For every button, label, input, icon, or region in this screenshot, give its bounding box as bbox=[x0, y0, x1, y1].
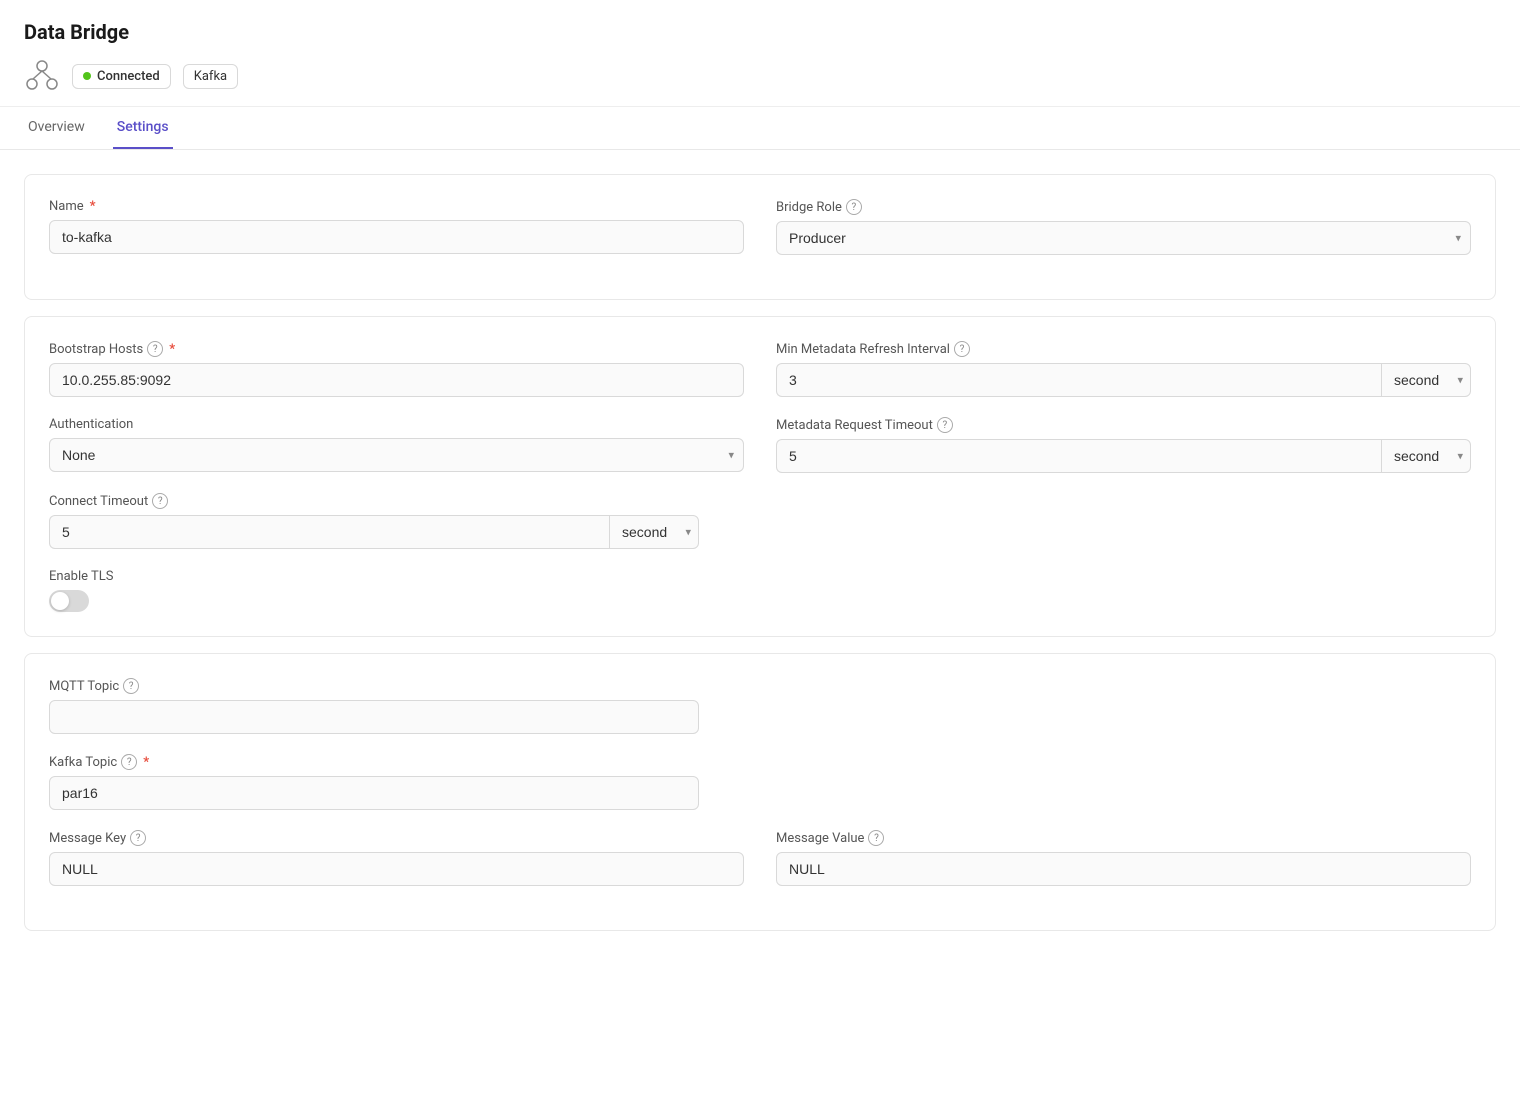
metadata-timeout-label: Metadata Request Timeout ? bbox=[776, 417, 1471, 433]
min-metadata-help-icon[interactable]: ? bbox=[954, 341, 970, 357]
connected-badge: Connected bbox=[72, 64, 171, 89]
connect-timeout-unit-select[interactable]: second bbox=[609, 515, 699, 549]
mqtt-topic-label: MQTT Topic ? bbox=[49, 678, 699, 694]
authentication-group: Authentication None SASL SSL ▾ bbox=[49, 417, 744, 473]
metadata-timeout-input[interactable] bbox=[776, 439, 1381, 473]
kafka-topic-row: Kafka Topic ? * bbox=[49, 754, 699, 810]
auth-metadata-timeout-row: Authentication None SASL SSL ▾ Metadata … bbox=[49, 417, 1471, 473]
metadata-timeout-group: Metadata Request Timeout ? second ▾ bbox=[776, 417, 1471, 473]
mqtt-topic-group: MQTT Topic ? bbox=[49, 678, 699, 734]
mqtt-topic-help-icon[interactable]: ? bbox=[123, 678, 139, 694]
connect-timeout-unit-wrapper: second ▾ bbox=[609, 515, 699, 549]
authentication-select-wrapper: None SASL SSL ▾ bbox=[49, 438, 744, 472]
bridge-meta: Connected Kafka bbox=[24, 58, 1496, 94]
message-value-group: Message Value ? bbox=[776, 830, 1471, 886]
metadata-timeout-input-unit: second ▾ bbox=[776, 439, 1471, 473]
tab-settings[interactable]: Settings bbox=[113, 107, 173, 149]
status-text: Connected bbox=[97, 69, 160, 84]
bridge-role-select-wrapper: Producer ▾ bbox=[776, 221, 1471, 255]
message-key-input[interactable] bbox=[49, 852, 744, 886]
tabs: Overview Settings bbox=[0, 107, 1520, 150]
min-metadata-unit-wrapper: second ▾ bbox=[1381, 363, 1471, 397]
connect-timeout-help-icon[interactable]: ? bbox=[152, 493, 168, 509]
section-topics: MQTT Topic ? Kafka Topic ? * bbox=[24, 653, 1496, 931]
metadata-timeout-help-icon[interactable]: ? bbox=[937, 417, 953, 433]
name-label: Name * bbox=[49, 199, 744, 214]
message-key-value-row: Message Key ? Message Value ? bbox=[49, 830, 1471, 886]
metadata-timeout-unit-wrapper: second ▾ bbox=[1381, 439, 1471, 473]
min-metadata-input-unit: second ▾ bbox=[776, 363, 1471, 397]
mqtt-topic-input[interactable] bbox=[49, 700, 699, 734]
bootstrap-hosts-help-icon[interactable]: ? bbox=[147, 341, 163, 357]
page-header: Data Bridge Connected Kafka bbox=[0, 0, 1520, 107]
section-connection: Bootstrap Hosts ? * Min Metadata Refresh… bbox=[24, 316, 1496, 637]
authentication-label: Authentication bbox=[49, 417, 744, 432]
message-key-label: Message Key ? bbox=[49, 830, 744, 846]
message-key-group: Message Key ? bbox=[49, 830, 744, 886]
min-metadata-unit-select[interactable]: second bbox=[1381, 363, 1471, 397]
message-value-help-icon[interactable]: ? bbox=[868, 830, 884, 846]
bootstrap-metadata-row: Bootstrap Hosts ? * Min Metadata Refresh… bbox=[49, 341, 1471, 397]
bridge-role-help-icon[interactable]: ? bbox=[846, 199, 862, 215]
connect-timeout-row: Connect Timeout ? second ▾ bbox=[49, 493, 699, 549]
connect-timeout-input[interactable] bbox=[49, 515, 609, 549]
connect-timeout-input-unit: second ▾ bbox=[49, 515, 699, 549]
enable-tls-group: Enable TLS bbox=[49, 569, 1471, 612]
name-role-row: Name * Bridge Role ? Producer ▾ bbox=[49, 199, 1471, 255]
enable-tls-toggle-wrapper bbox=[49, 590, 1471, 612]
message-value-label: Message Value ? bbox=[776, 830, 1471, 846]
section-name-role: Name * Bridge Role ? Producer ▾ bbox=[24, 174, 1496, 300]
kafka-topic-label: Kafka Topic ? * bbox=[49, 754, 699, 770]
enable-tls-label: Enable TLS bbox=[49, 569, 1471, 584]
metadata-timeout-unit-select[interactable]: second bbox=[1381, 439, 1471, 473]
bridge-role-select[interactable]: Producer bbox=[776, 221, 1471, 255]
name-input[interactable] bbox=[49, 220, 744, 254]
kafka-icon bbox=[24, 58, 60, 94]
min-metadata-label: Min Metadata Refresh Interval ? bbox=[776, 341, 1471, 357]
page-title: Data Bridge bbox=[24, 20, 1496, 44]
min-metadata-input[interactable] bbox=[776, 363, 1381, 397]
mqtt-topic-row: MQTT Topic ? bbox=[49, 678, 699, 734]
min-metadata-group: Min Metadata Refresh Interval ? second ▾ bbox=[776, 341, 1471, 397]
bridge-type-badge: Kafka bbox=[183, 64, 238, 89]
connect-timeout-group: Connect Timeout ? second ▾ bbox=[49, 493, 699, 549]
kafka-topic-input[interactable] bbox=[49, 776, 699, 810]
kafka-topic-help-icon[interactable]: ? bbox=[121, 754, 137, 770]
message-key-help-icon[interactable]: ? bbox=[130, 830, 146, 846]
bridge-role-field-group: Bridge Role ? Producer ▾ bbox=[776, 199, 1471, 255]
name-required: * bbox=[90, 199, 96, 214]
status-dot bbox=[83, 72, 91, 80]
bridge-role-label: Bridge Role ? bbox=[776, 199, 1471, 215]
authentication-select[interactable]: None SASL SSL bbox=[49, 438, 744, 472]
bootstrap-hosts-group: Bootstrap Hosts ? * bbox=[49, 341, 744, 397]
name-field-group: Name * bbox=[49, 199, 744, 255]
settings-content: Name * Bridge Role ? Producer ▾ bbox=[0, 150, 1520, 971]
bootstrap-hosts-input[interactable] bbox=[49, 363, 744, 397]
tab-overview[interactable]: Overview bbox=[24, 107, 89, 149]
bootstrap-hosts-label: Bootstrap Hosts ? * bbox=[49, 341, 744, 357]
kafka-topic-group: Kafka Topic ? * bbox=[49, 754, 699, 810]
bootstrap-required: * bbox=[169, 342, 175, 357]
kafka-topic-required: * bbox=[143, 755, 149, 770]
message-value-input[interactable] bbox=[776, 852, 1471, 886]
enable-tls-toggle[interactable] bbox=[49, 590, 89, 612]
connect-timeout-label: Connect Timeout ? bbox=[49, 493, 699, 509]
